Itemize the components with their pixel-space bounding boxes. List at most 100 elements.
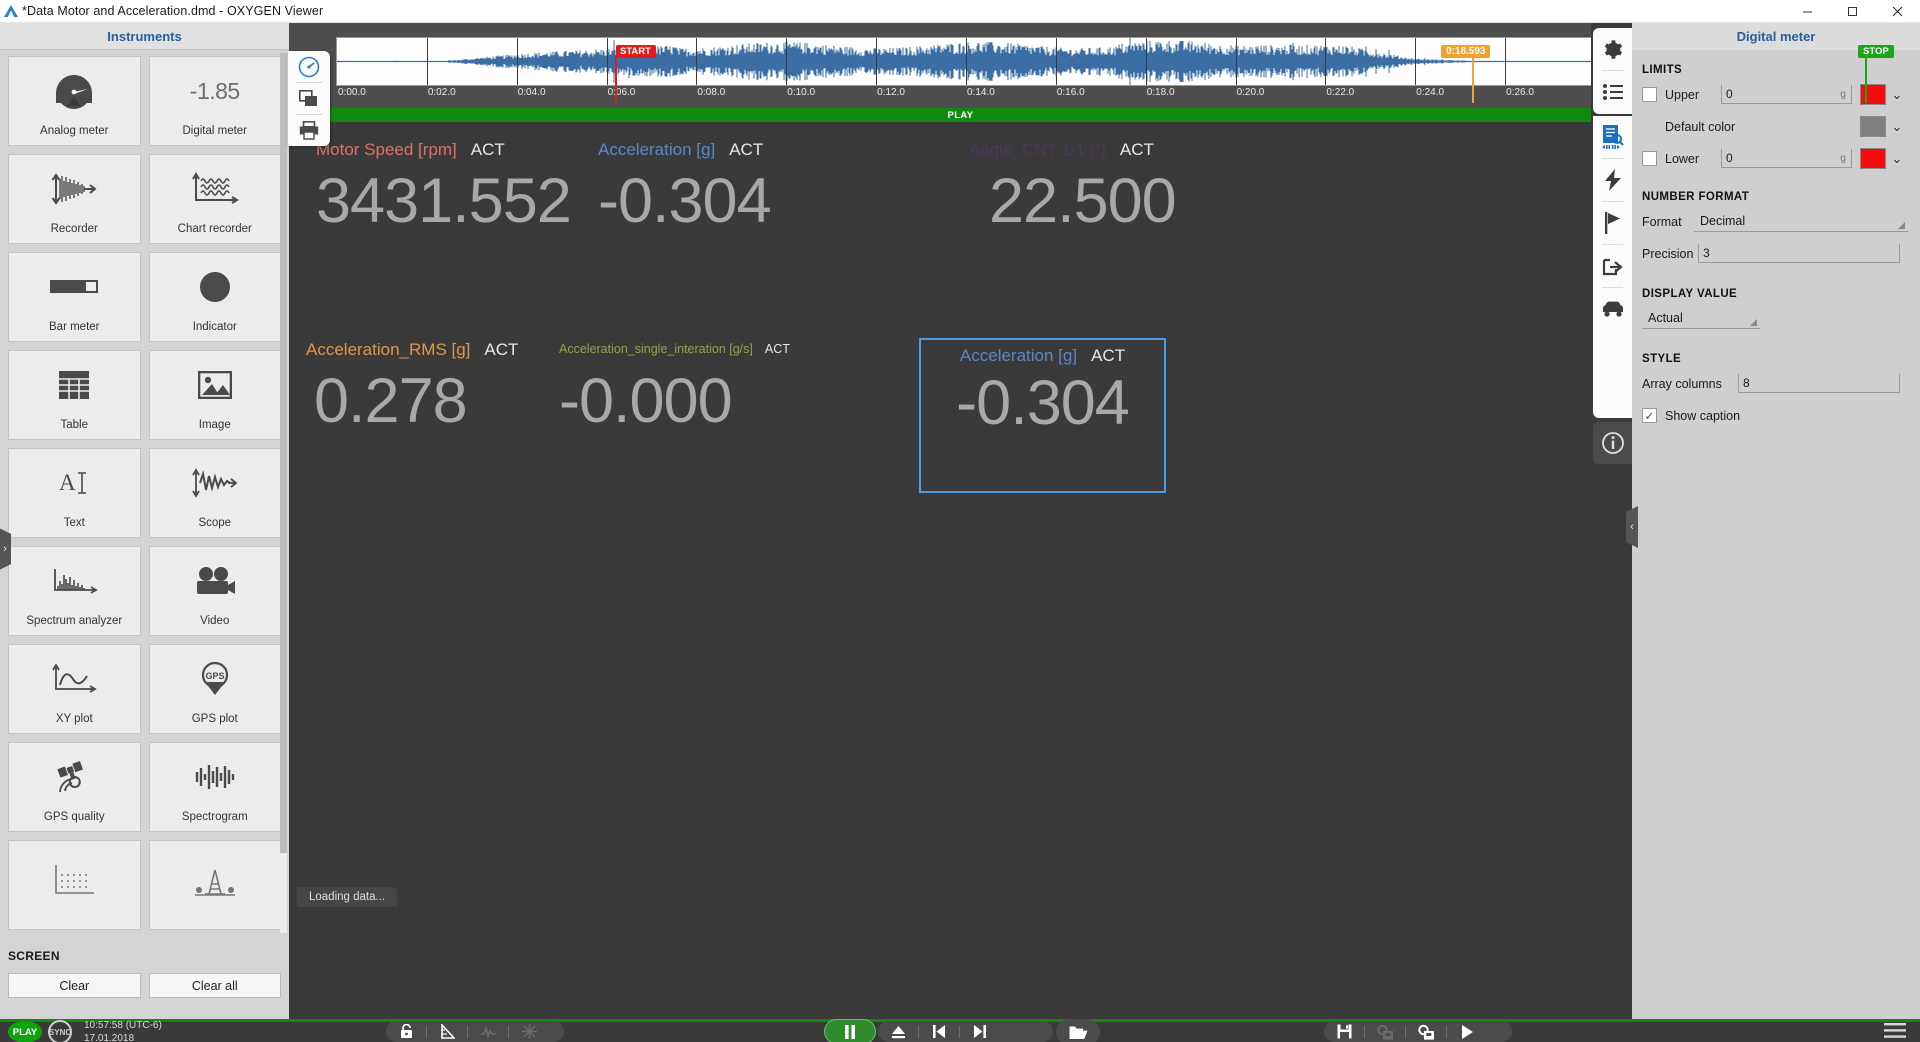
gps-pin-icon: GPS <box>150 645 281 713</box>
instrument-text[interactable]: A Text <box>8 448 141 538</box>
time-tick-label: 0:18.0 <box>1146 87 1175 98</box>
instrument-recorder[interactable]: Recorder <box>8 154 141 244</box>
rail-gear-icon[interactable] <box>1593 28 1632 70</box>
settings-save-icon[interactable] <box>1365 1021 1405 1042</box>
time-tick-label: 0:12.0 <box>877 87 905 98</box>
maximize-button[interactable] <box>1830 0 1875 23</box>
upper-limit-field[interactable]: g <box>1721 85 1852 104</box>
rail-export-share-icon[interactable] <box>1593 245 1632 287</box>
instrument-bar-meter[interactable]: Bar meter <box>8 252 141 342</box>
time-tick-label: 0:20.0 <box>1236 87 1265 98</box>
navigator-waveform[interactable] <box>336 37 1596 86</box>
snowflake-icon[interactable] <box>509 1021 549 1042</box>
instrument-indicator[interactable]: Indicator <box>148 252 281 342</box>
chevron-down-icon[interactable]: ⌄ <box>1886 151 1908 167</box>
signal-icon[interactable] <box>468 1021 508 1042</box>
format-label: Format <box>1642 214 1682 229</box>
array-columns-field[interactable] <box>1738 374 1900 393</box>
lower-limit-checkbox[interactable] <box>1642 151 1657 166</box>
default-color-label: Default color <box>1665 119 1736 134</box>
skip-previous-icon[interactable] <box>919 1021 959 1042</box>
meter-acceleration[interactable]: Acceleration [g] ACT -0.304 <box>598 140 772 233</box>
instrument-grid-matrix[interactable] <box>8 840 141 930</box>
instruments-panel-collapse-handle[interactable]: › <box>0 528 11 570</box>
instrument-label: XY plot <box>55 713 93 725</box>
chevron-down-icon[interactable]: ⌄ <box>1886 119 1908 135</box>
hamburger-menu-icon[interactable] <box>1884 1023 1906 1042</box>
upper-limit-input[interactable] <box>1722 87 1851 101</box>
instrument-digital-meter[interactable]: -1.85 Digital meter <box>148 56 281 146</box>
rail-sheet-top <box>1593 28 1632 114</box>
meter-angle-cnt[interactable]: Angle_CNT 1/1 [°] ACT 22.500 <box>969 140 1177 233</box>
rail-channel-list-icon[interactable] <box>1593 116 1632 158</box>
instrument-image[interactable]: Image <box>148 350 281 440</box>
open-file-button[interactable] <box>1056 1019 1100 1042</box>
transport-pause-button[interactable] <box>824 1019 876 1042</box>
flag-icon <box>1604 212 1620 234</box>
rig-tower-icon <box>150 841 281 921</box>
eject-icon[interactable] <box>878 1021 918 1042</box>
duplicate-window-icon[interactable] <box>288 83 330 114</box>
minimize-button[interactable] <box>1785 0 1830 23</box>
instrument-gps-plot[interactable]: GPS GPS plot <box>148 644 281 734</box>
instruments-scrollbar-thumb[interactable] <box>280 53 287 853</box>
meter-acceleration-selected[interactable]: Acceleration [g] ACT -0.304 <box>919 338 1166 493</box>
rail-info-icon[interactable] <box>1593 422 1632 464</box>
instrument-video[interactable]: Video <box>148 546 281 636</box>
start-marker-line <box>615 55 617 103</box>
lock-icon[interactable] <box>386 1021 426 1042</box>
ruler-triangle-icon[interactable] <box>427 1021 467 1042</box>
dropdown-arrow-icon <box>1898 222 1905 229</box>
speedometer-icon[interactable] <box>288 51 330 82</box>
meter-motor-speed[interactable]: Motor Speed [rpm] ACT 3431.552 <box>316 140 572 233</box>
printer-icon[interactable] <box>288 115 330 146</box>
time-cursor-line[interactable] <box>1472 55 1474 103</box>
clear-button[interactable]: Clear <box>8 973 141 998</box>
properties-panel-collapse-handle[interactable]: ‹ <box>1626 506 1638 548</box>
status-play-indicator[interactable]: PLAY <box>8 1021 42 1042</box>
precision-field[interactable] <box>1698 244 1900 263</box>
instruments-scrollbar[interactable] <box>280 53 287 933</box>
precision-input[interactable] <box>1699 246 1899 260</box>
show-caption-checkbox[interactable] <box>1642 408 1657 423</box>
default-color-swatch[interactable] <box>1860 116 1886 137</box>
instrument-spectrogram[interactable]: Spectrogram <box>148 742 281 832</box>
instrument-analog-meter[interactable]: Analog meter <box>8 56 141 146</box>
save-icon[interactable] <box>1324 1021 1364 1042</box>
skip-next-icon[interactable] <box>960 1021 1000 1042</box>
instrument-chart-recorder[interactable]: Chart recorder <box>148 154 281 244</box>
lower-limit-input[interactable] <box>1722 151 1851 165</box>
rail-lightning-icon[interactable] <box>1593 159 1632 201</box>
settings-store-icon[interactable] <box>1406 1021 1446 1042</box>
array-columns-input[interactable] <box>1739 376 1899 390</box>
lower-limit-color-swatch[interactable] <box>1860 148 1886 169</box>
close-button[interactable] <box>1875 0 1920 23</box>
chevron-down-icon[interactable]: ⌄ <box>1886 87 1908 103</box>
meter-canvas[interactable]: Motor Speed [rpm] ACT 3431.552 Accelerat… <box>289 122 1632 1019</box>
rail-list-icon[interactable] <box>1593 71 1632 113</box>
instrument-spectrum-analyzer[interactable]: Spectrum analyzer <box>8 546 141 636</box>
meter-acceleration-single-interation[interactable]: Acceleration_single_interation [g/s] ACT… <box>559 342 790 433</box>
time-gridline <box>696 38 698 85</box>
format-select[interactable]: Decimal <box>1694 211 1908 232</box>
time-gridline <box>876 38 878 85</box>
rail-flag-icon[interactable] <box>1593 202 1632 244</box>
lower-limit-field[interactable]: g <box>1721 149 1852 168</box>
upper-limit-checkbox[interactable] <box>1642 87 1657 102</box>
instrument-table[interactable]: Table <box>8 350 141 440</box>
clear-all-button[interactable]: Clear all <box>148 973 281 998</box>
status-sync-indicator[interactable]: SYNC <box>48 1020 72 1042</box>
upper-limit-color-swatch[interactable] <box>1860 84 1886 105</box>
meter-acceleration-rms[interactable]: Acceleration_RMS [g] ACT 0.278 <box>306 340 518 433</box>
default-color-row: Default color ⌄ <box>1632 116 1920 137</box>
display-value-select[interactable]: Actual <box>1642 308 1760 329</box>
rail-car-icon[interactable] <box>1593 288 1632 330</box>
instrument-rig-tower[interactable] <box>148 840 281 930</box>
instrument-scope[interactable]: Scope <box>148 448 281 538</box>
play-arrow-icon[interactable] <box>1447 1021 1487 1042</box>
text-cursor-icon: A <box>9 449 140 517</box>
instrument-xy-plot[interactable]: XY plot <box>8 644 141 734</box>
instrument-gps-quality[interactable]: GPS quality <box>8 742 141 832</box>
time-tick-label: 0:22.0 <box>1326 87 1355 98</box>
meter-mode: ACT <box>470 140 505 159</box>
